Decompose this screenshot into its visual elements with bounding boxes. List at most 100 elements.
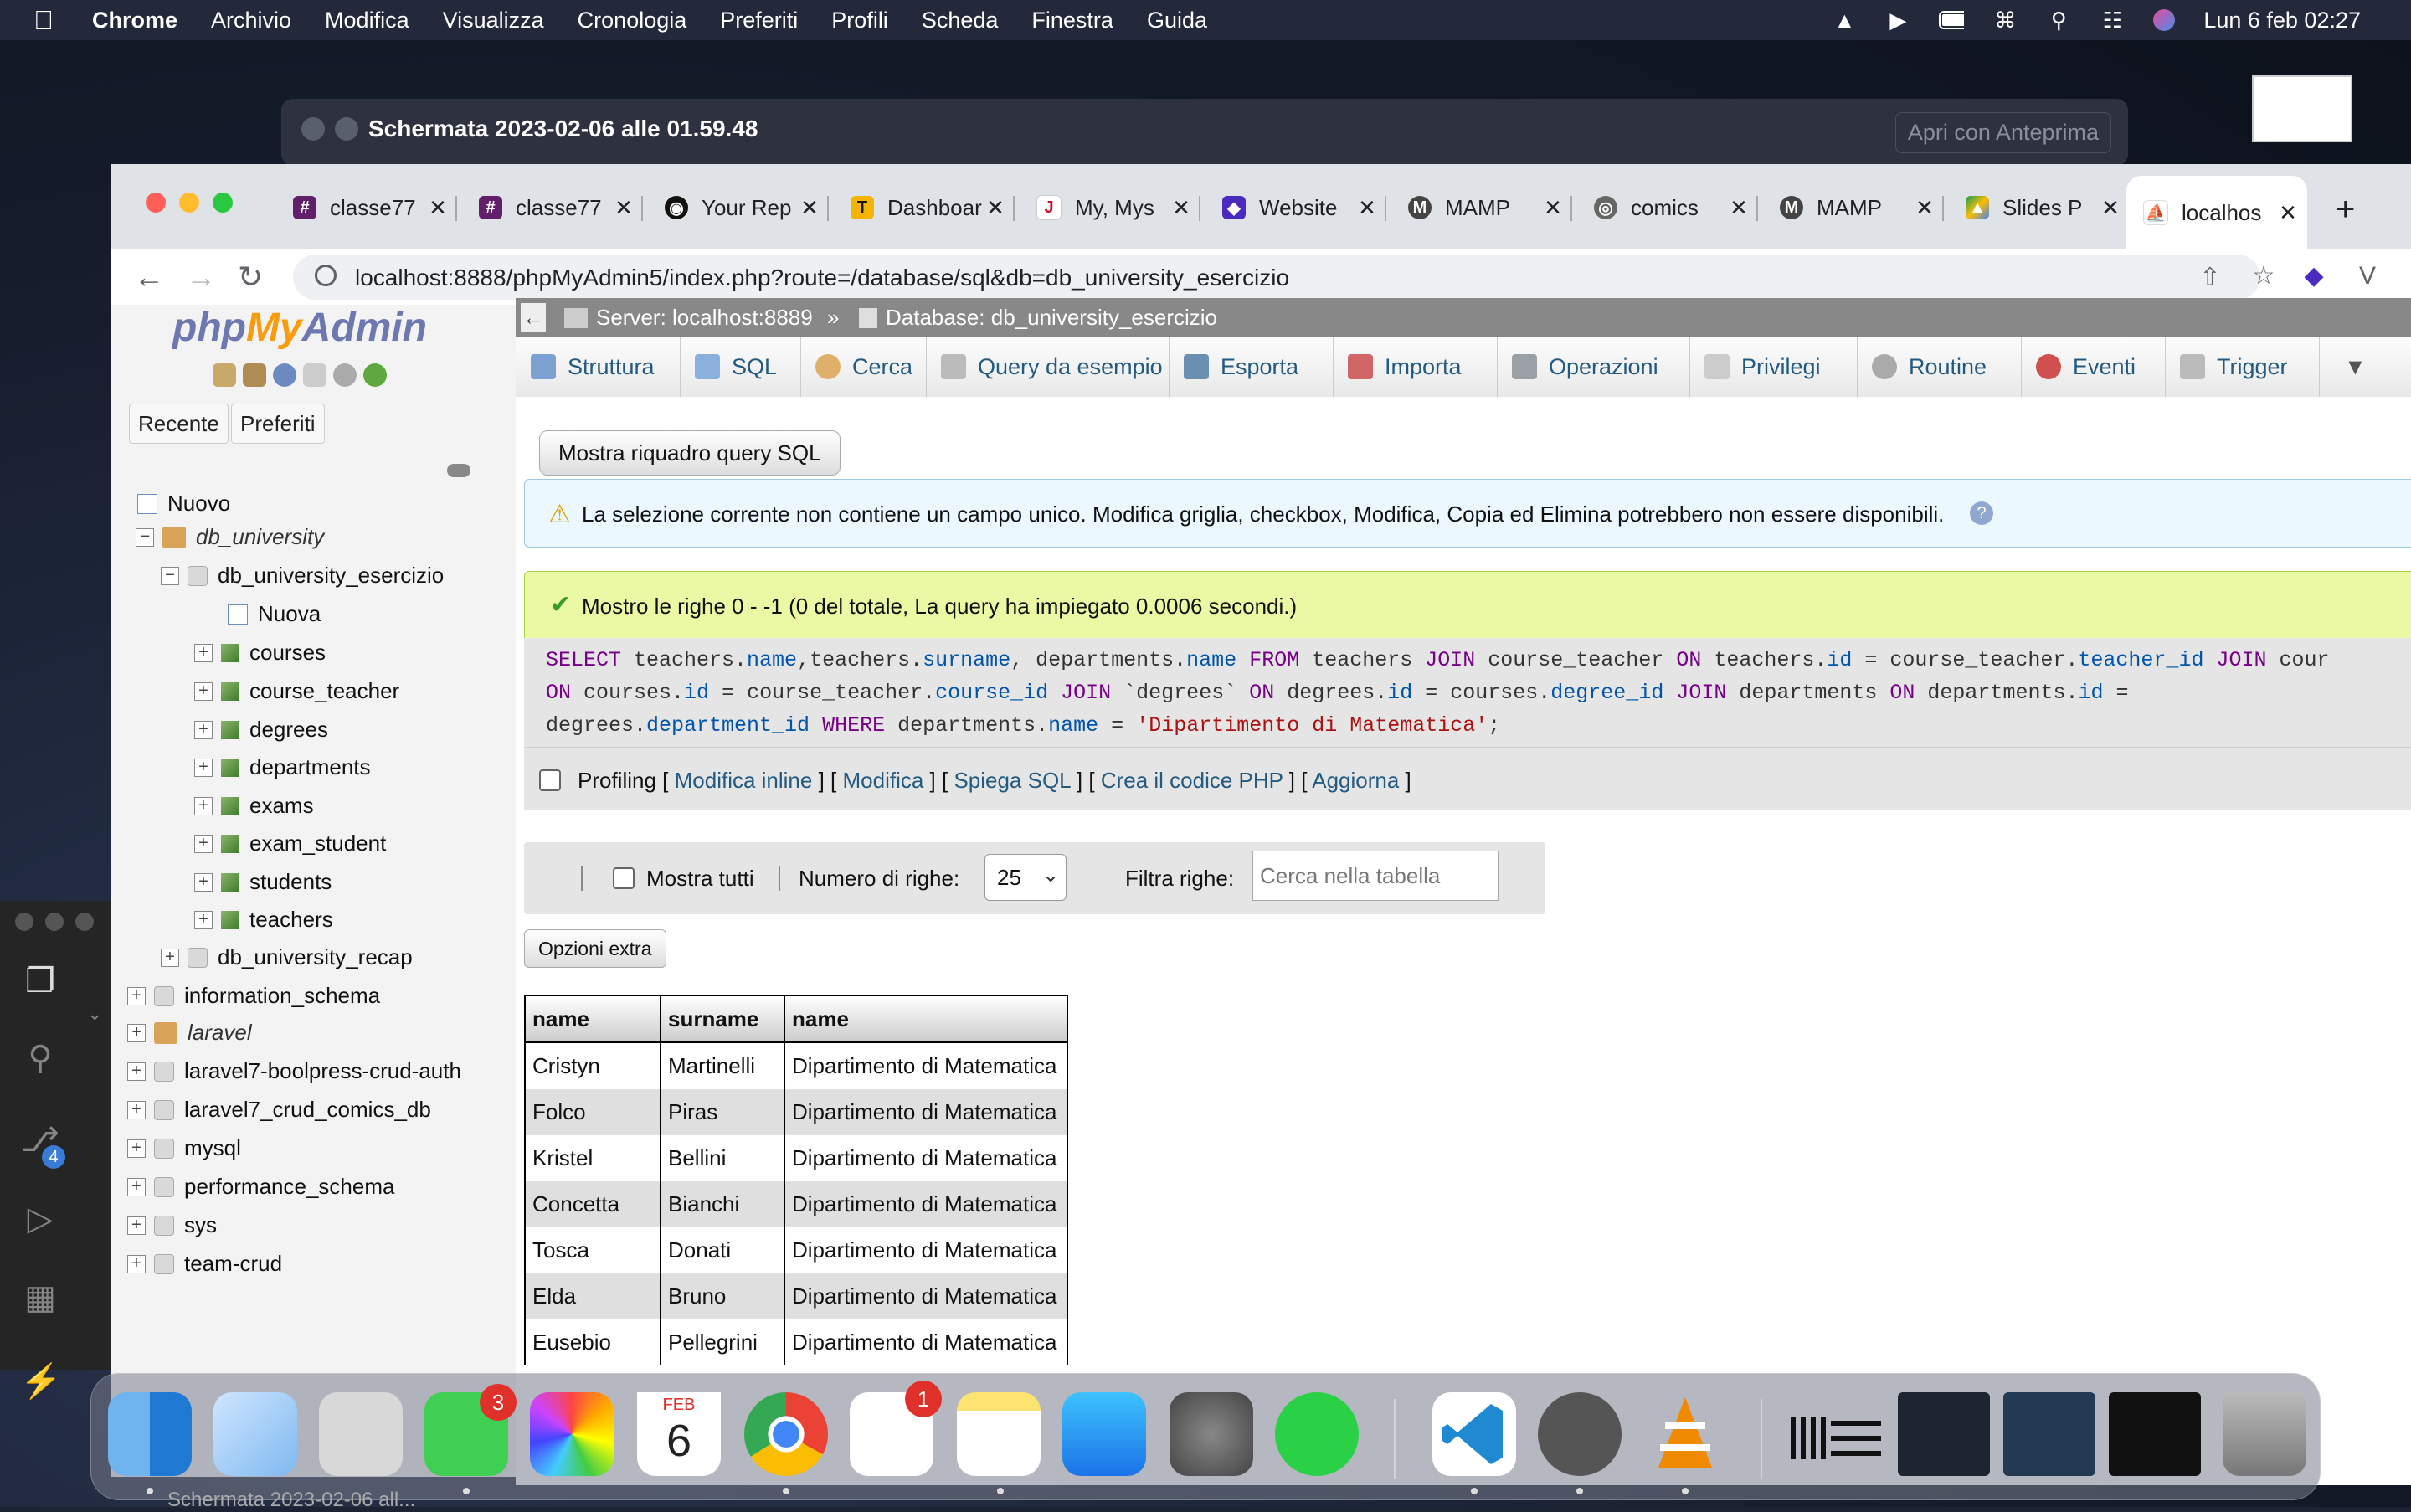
expand-icon[interactable]: + <box>127 1216 146 1235</box>
link-edit[interactable]: Modifica <box>842 768 923 793</box>
tree-db-sys[interactable]: + sys <box>127 1212 217 1238</box>
extensions-puzzle-icon[interactable]: ⚙ <box>2406 261 2411 291</box>
expand-icon[interactable]: + <box>194 643 213 662</box>
collapse-nav-arrow-icon[interactable]: ← <box>521 303 546 332</box>
launchpad-icon[interactable] <box>319 1392 403 1476</box>
address-bar[interactable]: localhost:8888/phpMyAdmin5/index.php?rou… <box>293 255 2275 300</box>
open-with-preview-button[interactable]: Apri con Anteprima <box>1894 112 2111 153</box>
close-tab-icon[interactable]: ✕ <box>2275 200 2300 226</box>
tree-db-performance_schema[interactable]: + performance_schema <box>127 1174 394 1200</box>
close-tab-icon[interactable]: ✕ <box>1912 195 1937 221</box>
browser-tab[interactable]: ◉ Your Rep ✕ <box>648 183 829 233</box>
menu-app-name[interactable]: Chrome <box>92 8 177 33</box>
expand-icon[interactable]: + <box>127 1177 146 1196</box>
tree-new-db[interactable]: Nuovo <box>137 491 230 517</box>
whatsapp-icon[interactable] <box>1275 1392 1359 1476</box>
spotlight-search-icon[interactable]: ⚲ <box>2046 8 2071 33</box>
browser-tab[interactable]: M MAMP ✕ <box>1763 183 1944 233</box>
tree-table-teachers[interactable]: + teachers <box>194 907 333 933</box>
expand-icon[interactable]: + <box>194 681 213 701</box>
chevron-down-icon[interactable]: ⌄ <box>87 1003 102 1025</box>
tab-query-da-esempio[interactable]: Query da esempio <box>926 337 1170 397</box>
breadcrumb-server[interactable]: Server: localhost:8889 <box>564 305 813 331</box>
tree-db-team-crud[interactable]: + team-crud <box>127 1251 282 1277</box>
expand-icon[interactable]: + <box>127 1100 146 1119</box>
tab-recent[interactable]: Recente <box>129 404 229 444</box>
reload-icon[interactable]: ↻ <box>238 260 263 295</box>
close-tab-icon[interactable]: ✕ <box>611 195 636 221</box>
cell-surname[interactable]: Martinelli <box>660 1042 785 1089</box>
tab-privilegi[interactable]: Privilegi <box>1689 337 1858 397</box>
close-icon[interactable] <box>301 117 325 141</box>
logout-icon[interactable] <box>243 363 266 387</box>
close-tab-icon[interactable]: ✕ <box>983 195 1008 221</box>
trash-icon[interactable] <box>2223 1392 2306 1476</box>
link-with-main-icon[interactable] <box>447 464 470 477</box>
menu-cronologia[interactable]: Cronologia <box>578 8 687 33</box>
site-info-icon[interactable] <box>315 265 337 286</box>
expand-icon[interactable]: + <box>194 910 213 929</box>
battery-icon[interactable] <box>1939 8 1965 32</box>
tree-db-laravel7_crud_comics_db[interactable]: + laravel7_crud_comics_db <box>127 1097 431 1123</box>
chrome-icon[interactable] <box>744 1392 828 1476</box>
tree-db-information_schema[interactable]: + information_schema <box>127 983 380 1009</box>
link-explain-sql[interactable]: Spiega SQL <box>954 768 1070 793</box>
column-header-surname[interactable]: surname <box>660 995 785 1043</box>
play-icon[interactable]: ▶ <box>1885 8 1910 33</box>
menu-preferiti[interactable]: Preferiti <box>720 8 798 33</box>
docs-icon[interactable] <box>303 363 326 387</box>
cell-surname[interactable]: Bianchi <box>660 1181 785 1227</box>
tree-table-course_teacher[interactable]: + course_teacher <box>194 678 399 704</box>
collapse-icon[interactable]: − <box>161 566 179 585</box>
cell-name[interactable]: Kristel <box>524 1135 661 1181</box>
cell-department[interactable]: Dipartimento di Matematica <box>784 1135 1068 1181</box>
vscode-icon[interactable] <box>1432 1392 1516 1476</box>
finder-icon[interactable] <box>108 1392 192 1476</box>
minimized-window-label[interactable]: Schermata 2023-02-06 all... <box>167 1489 415 1512</box>
tree-new-table[interactable]: Nuova <box>228 601 321 627</box>
menu-archivio[interactable]: Archivio <box>211 8 291 33</box>
menu-scheda[interactable]: Scheda <box>922 8 999 33</box>
mamp-icon[interactable] <box>1538 1392 1622 1476</box>
cell-department[interactable]: Dipartimento di Matematica <box>784 1319 1068 1365</box>
expand-icon[interactable]: + <box>194 834 213 853</box>
expand-icon[interactable]: + <box>194 758 213 777</box>
help-icon[interactable]: ? <box>1970 501 1993 525</box>
tab-routine[interactable]: Routine <box>1857 337 2022 397</box>
cell-department[interactable]: Dipartimento di Matematica <box>784 1227 1068 1273</box>
close-icon[interactable] <box>15 913 33 931</box>
tree-db-laravel[interactable]: + laravel <box>127 1020 252 1046</box>
wifi-icon[interactable]: ⌘ <box>1992 8 2018 33</box>
link-refresh[interactable]: Aggiorna <box>1312 768 1399 793</box>
share-icon[interactable]: ⇧ <box>2195 263 2225 293</box>
minimize-icon[interactable] <box>45 913 64 931</box>
control-center-icon[interactable]: ☷ <box>2100 8 2125 33</box>
close-tab-icon[interactable]: ✕ <box>1726 195 1751 221</box>
cell-name[interactable]: Elda <box>524 1273 661 1319</box>
tree-db-db_university_esercizio[interactable]: − db_university_esercizio <box>161 563 444 589</box>
browser-tab[interactable]: ◆ Website ✕ <box>1206 183 1386 233</box>
show-sql-query-box-button[interactable]: Mostra riquadro query SQL <box>539 430 841 476</box>
collapse-icon[interactable]: − <box>136 527 154 547</box>
tree-table-exams[interactable]: + exams <box>194 793 314 819</box>
bookmark-star-icon[interactable]: ☆ <box>2249 261 2279 291</box>
cell-surname[interactable]: Donati <box>660 1227 785 1273</box>
help-icon[interactable] <box>273 363 296 387</box>
system-preferences-icon[interactable] <box>1170 1392 1253 1476</box>
cell-name[interactable]: Tosca <box>524 1227 661 1273</box>
tab-importa[interactable]: Importa <box>1333 337 1498 397</box>
launchpad-window-thumbnail[interactable] <box>2003 1392 2095 1476</box>
rows-per-page-select[interactable]: 25 ⌄ <box>984 854 1067 901</box>
expand-icon[interactable]: + <box>127 1254 146 1273</box>
expand-icon[interactable]: + <box>127 1139 146 1158</box>
expand-icon[interactable]: + <box>161 948 179 967</box>
vlc-icon[interactable] <box>1643 1392 1727 1476</box>
browser-tab[interactable]: # classe77 ✕ <box>276 183 457 233</box>
tree-table-degrees[interactable]: + degrees <box>194 717 328 743</box>
sql-query-display[interactable]: SELECT teachers.name,teachers.surname, d… <box>524 638 2411 747</box>
tab-eventi[interactable]: Eventi <box>2021 337 2166 397</box>
app-store-icon[interactable] <box>1062 1392 1146 1476</box>
close-tab-icon[interactable]: ✕ <box>1355 195 1380 221</box>
cell-name[interactable]: Concetta <box>524 1181 661 1227</box>
browser-tab[interactable]: # classe77 ✕ <box>462 183 643 233</box>
